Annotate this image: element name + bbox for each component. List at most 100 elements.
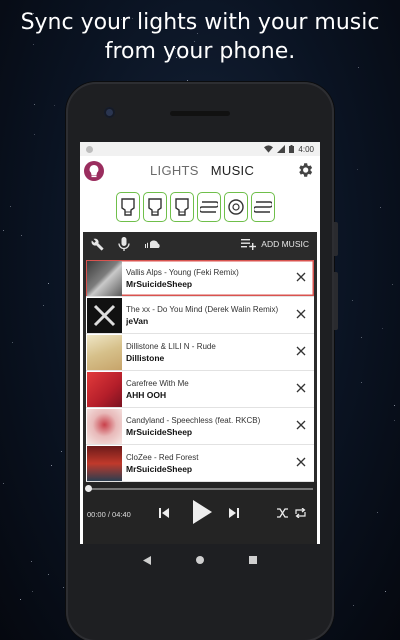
star: [61, 451, 63, 453]
add-music-button[interactable]: ADD MUSIC: [241, 238, 309, 250]
star: [385, 591, 387, 593]
star: [19, 599, 21, 601]
star: [63, 587, 65, 589]
play-icon[interactable]: [191, 499, 213, 525]
remove-track-icon[interactable]: [296, 309, 306, 319]
android-nav-bar: [80, 544, 320, 576]
status-time: 4:00: [298, 144, 314, 154]
track-artist: Dillistone: [126, 352, 165, 363]
star: [3, 482, 5, 484]
lightstrip-icon: [200, 201, 218, 213]
headline-line-2: from your phone.: [104, 39, 296, 64]
spot-bulb-icon: [148, 198, 162, 216]
repeat-icon[interactable]: [295, 508, 306, 518]
app-bar: LIGHTS MUSIC: [80, 156, 320, 186]
lightstrip-icon: [254, 201, 272, 213]
seek-bar[interactable]: [88, 488, 313, 490]
app-logo[interactable]: [84, 161, 104, 181]
shuffle-icon[interactable]: [277, 508, 288, 518]
star: [380, 207, 382, 209]
wrench-icon[interactable]: [91, 238, 104, 251]
music-toolbar: ADD MUSIC: [83, 232, 317, 256]
track-artist: AHH OOH: [126, 389, 167, 400]
remove-track-icon[interactable]: [296, 383, 306, 393]
remove-track-icon[interactable]: [296, 420, 306, 430]
star: [392, 284, 394, 286]
track-title: Dillistone & LILI N - Rude: [126, 341, 216, 351]
star: [43, 304, 45, 306]
playlist-item[interactable]: The xx - Do You Mind (Derek Walin Remix)…: [86, 297, 314, 334]
album-art: [87, 260, 122, 296]
soundcloud-icon[interactable]: [144, 239, 162, 249]
settings-gear-icon[interactable]: [296, 161, 314, 179]
back-icon[interactable]: [142, 555, 151, 565]
playlist-item[interactable]: CloZee - Red Forest MrSuicideSheep: [86, 445, 314, 482]
status-bar: 4:00: [80, 142, 320, 156]
tab-bar: LIGHTS MUSIC: [150, 163, 254, 178]
star: [34, 134, 36, 136]
x-logo-art: [93, 304, 116, 326]
music-panel: ADD MUSIC Vallis Alps - Young (Feki Remi…: [83, 232, 317, 544]
star: [360, 336, 362, 338]
add-music-label: ADD MUSIC: [261, 239, 309, 249]
star: [356, 168, 358, 170]
star: [376, 512, 378, 514]
spot-bulb-icon: [121, 198, 135, 216]
star: [186, 79, 188, 81]
star: [393, 405, 395, 407]
recents-icon[interactable]: [249, 556, 258, 564]
tab-lights[interactable]: LIGHTS: [150, 163, 199, 178]
light-gu10-3[interactable]: [170, 192, 194, 222]
track-artist: MrSuicideSheep: [126, 463, 193, 474]
star: [352, 604, 354, 606]
star: [47, 573, 49, 575]
track-artist: MrSuicideSheep: [126, 278, 193, 289]
playlist: Vallis Alps - Young (Feki Remix) MrSuici…: [86, 260, 314, 482]
bulb-logo-icon: [89, 165, 99, 178]
track-title: Candyland - Speechless (feat. RKCB): [126, 415, 261, 425]
album-art: [87, 297, 122, 333]
player-controls: 00:00 / 04:40: [83, 482, 317, 544]
playlist-item[interactable]: Vallis Alps - Young (Feki Remix) MrSuici…: [86, 260, 314, 297]
lights-selector: [116, 192, 275, 222]
light-gu10-2[interactable]: [143, 192, 167, 222]
light-strip-1[interactable]: [197, 192, 221, 222]
battery-icon: [289, 145, 295, 153]
album-art: [87, 334, 122, 370]
star: [394, 420, 396, 422]
light-strip-2[interactable]: [251, 192, 275, 222]
album-art: [87, 408, 122, 444]
star: [358, 66, 360, 68]
star: [31, 560, 33, 562]
tab-music[interactable]: MUSIC: [211, 163, 254, 178]
playlist-item[interactable]: Dillistone & LILI N - Rude Dillistone: [86, 334, 314, 371]
notification-dot-icon: [86, 145, 93, 153]
remove-track-icon[interactable]: [296, 346, 306, 356]
star: [2, 229, 4, 231]
seek-knob[interactable]: [85, 485, 92, 492]
wifi-icon: [264, 145, 274, 153]
track-title: Carefree With Me: [126, 378, 189, 388]
track-artist: jeVan: [126, 315, 149, 326]
track-title: CloZee - Red Forest: [126, 452, 199, 462]
home-icon[interactable]: [195, 556, 204, 564]
playlist-item[interactable]: Candyland - Speechless (feat. RKCB) MrSu…: [86, 408, 314, 445]
star: [361, 382, 363, 384]
microphone-icon[interactable]: [118, 237, 130, 251]
skip-previous-icon[interactable]: [158, 507, 170, 519]
skip-next-icon[interactable]: [228, 507, 240, 519]
remove-track-icon[interactable]: [296, 272, 306, 282]
star: [20, 235, 22, 237]
spot-bulb-icon: [175, 198, 189, 216]
star: [54, 105, 56, 106]
earpiece-speaker: [170, 111, 230, 116]
signal-icon: [277, 145, 286, 153]
album-art: [87, 371, 122, 407]
round-bulb-icon: [228, 199, 244, 215]
playlist-item[interactable]: Carefree With Me AHH OOH: [86, 371, 314, 408]
light-gu10-1[interactable]: [116, 192, 140, 222]
star: [381, 328, 383, 330]
light-round-bulb[interactable]: [224, 192, 248, 222]
phone-screen: 4:00 LIGHTS MUSIC ADD MUSIC Vallis Alps …: [80, 142, 320, 544]
remove-track-icon[interactable]: [296, 457, 306, 467]
